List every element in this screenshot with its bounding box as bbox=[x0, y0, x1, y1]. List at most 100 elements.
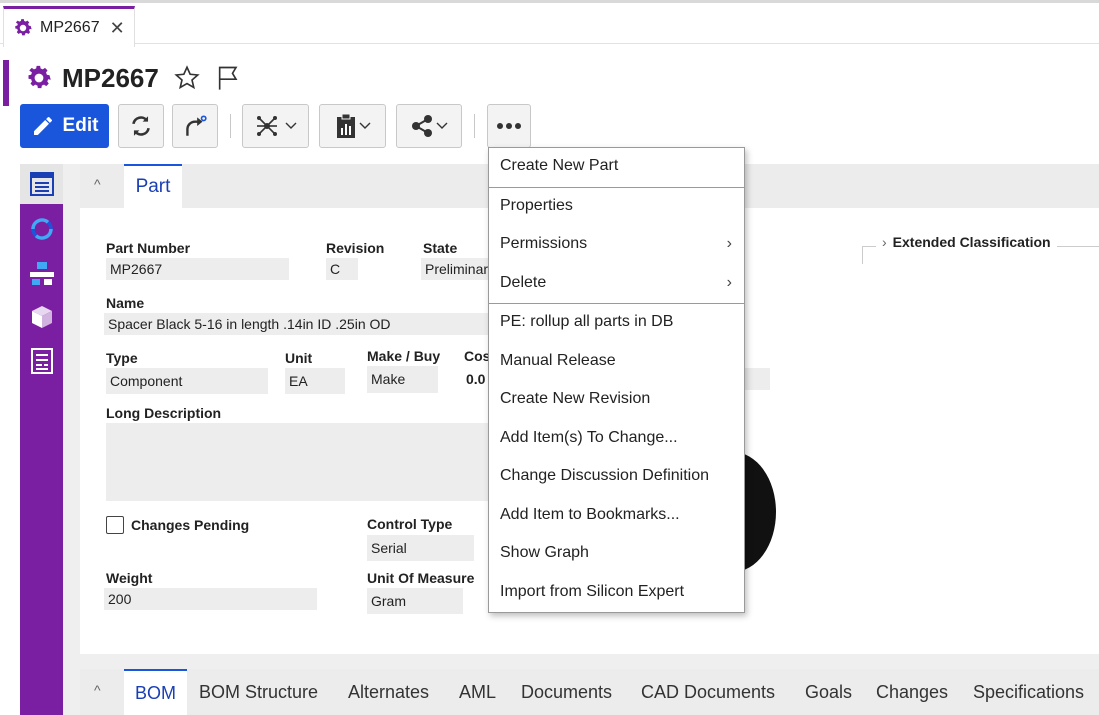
refresh-button[interactable] bbox=[118, 104, 164, 148]
state-field: Preliminar bbox=[421, 258, 488, 280]
extended-classification-text: Extended Classification bbox=[892, 234, 1051, 250]
clipboard-chart-icon bbox=[336, 113, 355, 138]
menu-item-add-bookmarks[interactable]: Add Item to Bookmarks... bbox=[489, 506, 744, 524]
side-rail bbox=[20, 164, 63, 715]
page-header: MP2667 bbox=[24, 60, 243, 96]
menu-item-create-new-revision[interactable]: Create New Revision bbox=[489, 390, 744, 408]
collapse-icon[interactable]: ^ bbox=[94, 682, 101, 698]
revision-label: Revision bbox=[326, 240, 385, 256]
menu-item-show-graph[interactable]: Show Graph bbox=[489, 544, 744, 562]
cube-icon bbox=[31, 306, 52, 328]
share-menu-button[interactable] bbox=[396, 104, 462, 148]
tab-bom-structure[interactable]: BOM Structure bbox=[199, 669, 318, 715]
menu-item-properties[interactable]: Properties bbox=[489, 197, 744, 215]
cost-label: Cos bbox=[464, 348, 491, 364]
type-field: Component bbox=[106, 368, 268, 394]
tab-title: MP2667 bbox=[40, 19, 100, 36]
tab-part[interactable]: Part bbox=[124, 164, 182, 208]
rail-item-model[interactable] bbox=[20, 297, 63, 337]
long-description-field bbox=[106, 423, 488, 501]
chevron-right-icon: › bbox=[726, 274, 732, 291]
menu-item-delete[interactable]: Delete › bbox=[489, 274, 744, 292]
rail-item-form[interactable] bbox=[20, 164, 63, 204]
part-number-label: Part Number bbox=[106, 240, 191, 256]
unit-of-measure-field: Gram bbox=[367, 588, 463, 614]
route-arrow-icon bbox=[186, 115, 207, 136]
toolbar-divider bbox=[230, 114, 231, 138]
menu-item-label: Delete bbox=[500, 274, 547, 291]
edit-button[interactable]: Edit bbox=[20, 104, 109, 148]
structure-menu-button[interactable] bbox=[242, 104, 309, 148]
menu-item-pe-rollup[interactable]: PE: rollup all parts in DB bbox=[489, 313, 744, 331]
weight-field: 200 bbox=[104, 588, 317, 610]
workflow-button[interactable] bbox=[172, 104, 218, 148]
changes-pending-checkbox[interactable] bbox=[106, 516, 124, 534]
name-label: Name bbox=[106, 295, 145, 311]
page-title: MP2667 bbox=[62, 62, 159, 93]
make-buy-label: Make / Buy bbox=[367, 348, 441, 364]
more-dots-icon bbox=[497, 123, 521, 129]
unit-of-measure-label: Unit Of Measure bbox=[367, 570, 475, 586]
control-type-field: Serial bbox=[367, 535, 474, 561]
name-field: Spacer Black 5-16 in length .14in ID .25… bbox=[104, 313, 488, 335]
tab-alternates[interactable]: Alternates bbox=[348, 669, 429, 715]
tab-mp2667[interactable]: MP2667 ✕ bbox=[3, 6, 135, 47]
menu-divider bbox=[489, 303, 744, 304]
state-label: State bbox=[423, 240, 458, 256]
menu-item-create-new-part[interactable]: Create New Part bbox=[489, 157, 744, 175]
header-accent bbox=[3, 60, 9, 106]
tab-cad-documents[interactable]: CAD Documents bbox=[641, 669, 775, 715]
menu-item-import-silicon-expert[interactable]: Import from Silicon Expert bbox=[489, 583, 744, 601]
gear-icon bbox=[15, 19, 32, 36]
flag-icon[interactable] bbox=[215, 64, 243, 92]
hierarchy-icon bbox=[29, 262, 54, 285]
extended-classification-label: › Extended Classification bbox=[876, 234, 1057, 250]
menu-item-permissions[interactable]: Permissions › bbox=[489, 235, 744, 253]
make-buy-field: Make bbox=[367, 366, 438, 393]
cost-field: 0.0 bbox=[466, 371, 486, 387]
tab-specifications[interactable]: Specifications bbox=[973, 669, 1084, 715]
star-icon[interactable] bbox=[173, 64, 201, 92]
unit-field: EA bbox=[285, 368, 345, 394]
menu-item-add-to-change[interactable]: Add Item(s) To Change... bbox=[489, 429, 744, 447]
rail-item-lifecycle[interactable] bbox=[20, 209, 63, 249]
menu-item-change-discussion[interactable]: Change Discussion Definition bbox=[489, 467, 744, 485]
pencil-icon bbox=[33, 117, 52, 135]
more-actions-menu: Create New Part Properties Permissions ›… bbox=[488, 147, 745, 613]
hidden-field-partial bbox=[745, 368, 770, 390]
tab-aml[interactable]: AML bbox=[459, 669, 496, 715]
tab-close-icon[interactable]: ✕ bbox=[110, 18, 125, 39]
menu-divider bbox=[489, 187, 744, 188]
extended-classification[interactable]: › Extended Classification bbox=[862, 234, 1099, 264]
tab-goals[interactable]: Goals bbox=[805, 669, 852, 715]
tab-changes[interactable]: Changes bbox=[876, 669, 948, 715]
network-icon bbox=[256, 116, 277, 136]
chevron-down-icon bbox=[359, 122, 370, 129]
more-actions-button[interactable] bbox=[487, 104, 531, 148]
edit-label: Edit bbox=[62, 115, 99, 136]
refresh-icon bbox=[132, 116, 150, 136]
share-icon bbox=[412, 115, 432, 137]
unit-label: Unit bbox=[285, 350, 313, 366]
reports-menu-button[interactable] bbox=[319, 104, 386, 148]
form-icon bbox=[29, 172, 54, 196]
menu-item-label: Permissions bbox=[500, 235, 588, 252]
menu-item-manual-release[interactable]: Manual Release bbox=[489, 352, 744, 370]
chevron-right-icon: › bbox=[726, 235, 732, 252]
chevron-down-icon bbox=[285, 122, 296, 129]
part-number-field: MP2667 bbox=[106, 258, 289, 280]
tab-documents[interactable]: Documents bbox=[521, 669, 612, 715]
rail-item-structure[interactable] bbox=[20, 253, 63, 293]
tab-bom[interactable]: BOM bbox=[124, 669, 187, 715]
collapse-icon[interactable]: ^ bbox=[94, 176, 101, 192]
document-list-icon bbox=[30, 348, 53, 374]
cycle-icon bbox=[30, 218, 53, 240]
long-description-label: Long Description bbox=[106, 405, 222, 421]
chevron-down-icon bbox=[436, 122, 448, 129]
rail-item-report[interactable] bbox=[20, 341, 63, 381]
changes-pending-label: Changes Pending bbox=[131, 517, 250, 533]
control-type-label: Control Type bbox=[367, 516, 453, 532]
tab-strip: MP2667 ✕ bbox=[0, 0, 1099, 47]
revision-field: C bbox=[326, 258, 358, 280]
chevron-right-icon: › bbox=[882, 234, 887, 250]
